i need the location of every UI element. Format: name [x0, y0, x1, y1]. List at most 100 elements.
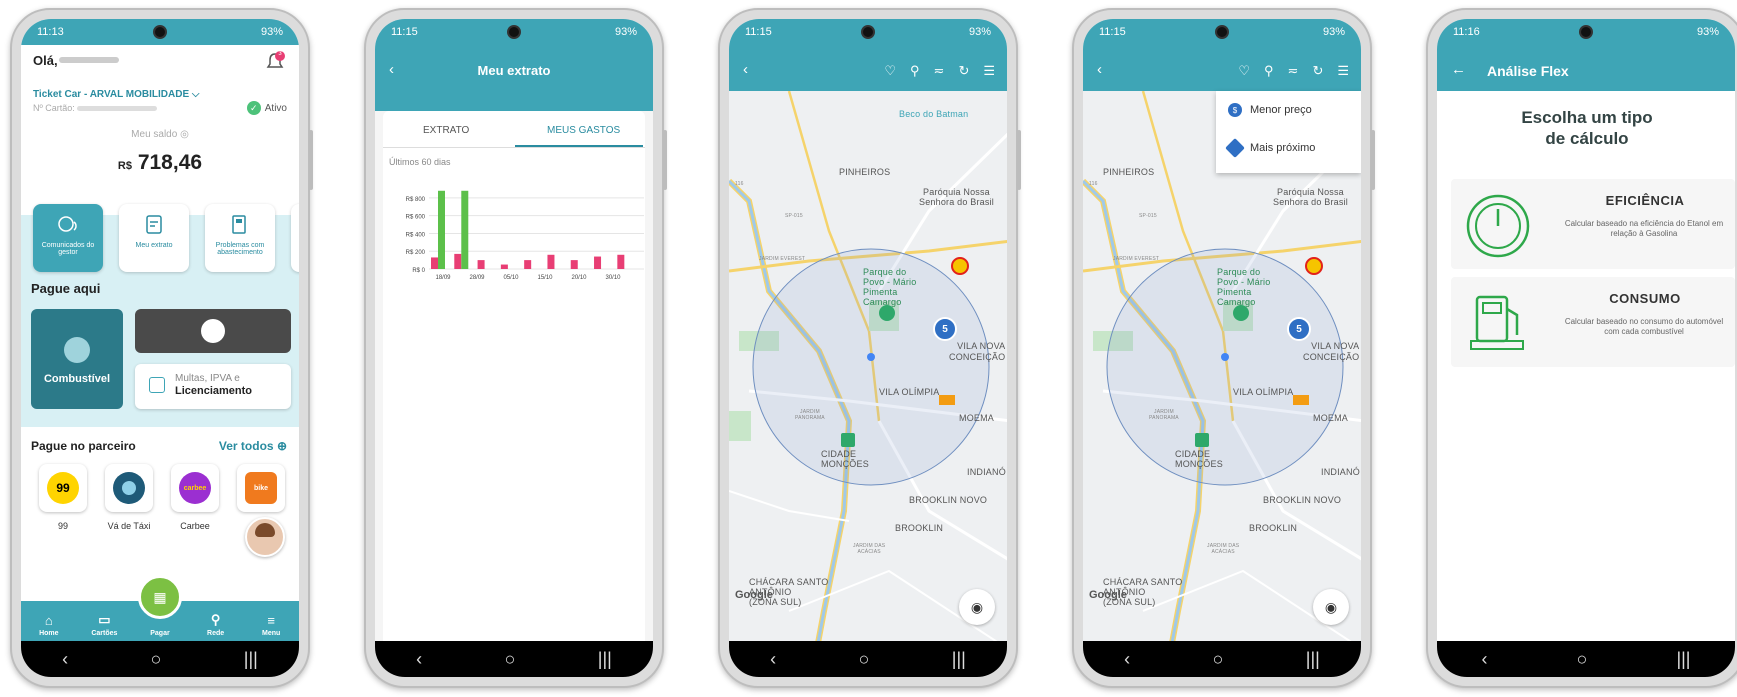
map-view[interactable]: Beco do Batman PINHEIROS Paróquia Nossa S… — [729, 91, 1007, 641]
station-cluster[interactable]: 5 — [933, 317, 957, 341]
map-view[interactable]: PINHEIROS Paróquia Nossa Senhora do Brasi… — [1083, 91, 1361, 641]
action-extrato[interactable]: Meu extrato — [119, 204, 189, 272]
map-label-line: MONÇÕES — [1175, 459, 1223, 469]
ipiranga-station-icon[interactable] — [939, 395, 955, 405]
list-icon[interactable]: ☰ — [1337, 63, 1349, 79]
back-nav-icon[interactable]: ‹ — [1124, 649, 1130, 670]
y-tick-label: R$ 400 — [406, 232, 426, 238]
back-nav-icon[interactable]: ‹ — [62, 649, 68, 670]
my-location-button[interactable]: ◉ — [1313, 589, 1349, 625]
shell-station-icon[interactable] — [1305, 257, 1323, 275]
back-nav-icon[interactable]: ‹ — [1482, 649, 1488, 670]
nav-menu[interactable]: ≡ Menu — [251, 613, 291, 637]
google-logo: Google — [735, 589, 773, 601]
back-arrow-icon[interactable]: ‹ — [1097, 61, 1102, 78]
heart-icon[interactable]: ♡ — [1238, 63, 1250, 79]
map-label: MOEMA — [959, 413, 995, 423]
map-label: INDIANÓ — [1321, 467, 1360, 477]
action-problemas[interactable]: Problemas com abastecimento — [205, 204, 275, 272]
search-icon[interactable]: ⚲ — [1264, 63, 1274, 79]
combustivel-button[interactable]: Combustível — [31, 309, 123, 409]
status-battery: 93% — [1322, 26, 1345, 38]
map-label-line: CONCEIÇÃO — [1303, 352, 1360, 362]
map-label: BROOKLIN NOVO — [909, 495, 988, 505]
nav-rede[interactable]: ⚲ Rede — [196, 612, 236, 637]
shell-station-icon[interactable] — [951, 257, 969, 275]
ipiranga-station-icon[interactable] — [1293, 395, 1309, 405]
map-label: BROOKLIN — [1249, 523, 1298, 533]
partner-label: 99 — [57, 521, 68, 531]
ticket-selector[interactable]: Ticket Car - ARVAL MOBILIDADE ⌵ — [33, 89, 200, 100]
partner-carbee[interactable]: carbee — [171, 464, 219, 512]
tab-extrato[interactable]: EXTRATO — [423, 125, 469, 136]
saldo-amount: 718,46 — [137, 151, 203, 174]
multas-button[interactable]: Multas, IPVA e Licenciamento — [135, 364, 291, 409]
option-eficiencia[interactable]: EFICIÊNCIA Calcular baseado na eficiênci… — [1451, 179, 1735, 269]
station-cluster[interactable]: 5 — [1287, 317, 1311, 341]
filter-icon[interactable]: ≂ — [934, 63, 945, 79]
hamburger-icon: ≡ — [267, 613, 275, 628]
refresh-icon[interactable]: ↻ — [1312, 63, 1323, 79]
map-label-line: PANORAMA — [1149, 415, 1179, 421]
eye-off-icon[interactable]: ◎ — [180, 129, 189, 140]
tab-meus-gastos[interactable]: MEUS GASTOS — [547, 125, 620, 136]
dark-card[interactable] — [135, 309, 291, 353]
nav-label: Home — [39, 630, 59, 637]
fuel-pump-icon — [1470, 295, 1524, 350]
back-arrow-icon[interactable]: ← — [1451, 61, 1466, 78]
action-more[interactable] — [291, 204, 299, 272]
ver-todos-link[interactable]: Ver todos ⊕ — [219, 439, 287, 453]
recents-nav-icon[interactable]: ||| — [1676, 649, 1690, 670]
qr-code-icon: ▦ — [153, 588, 167, 605]
fuel-station-icon[interactable] — [1195, 433, 1209, 447]
speedometer-icon — [1466, 194, 1530, 258]
bar-pink — [524, 260, 532, 269]
notification-bell-icon[interactable]: 3 — [265, 51, 285, 73]
action-comunicados[interactable]: Comunicados do gestor — [33, 204, 103, 272]
map-label: SP-015 — [785, 213, 803, 219]
home-nav-icon[interactable]: ○ — [859, 649, 870, 670]
menu-label: Menor preço — [1250, 104, 1312, 116]
filter-icon[interactable]: ≂ — [1288, 63, 1299, 79]
nav-cartoes[interactable]: ▭ Cartões — [84, 612, 124, 637]
back-nav-icon[interactable]: ‹ — [770, 649, 776, 670]
option-consumo[interactable]: CONSUMO Calcular baseado no consumo do a… — [1451, 277, 1735, 367]
recents-nav-icon[interactable]: ||| — [952, 649, 966, 670]
station-pin-icon[interactable] — [879, 305, 895, 321]
menu-item-mais-proximo[interactable]: Mais próximo — [1216, 129, 1361, 167]
back-nav-icon[interactable]: ‹ — [416, 649, 422, 670]
station-pin-icon[interactable] — [1233, 305, 1249, 321]
page-title: Análise Flex — [1487, 63, 1569, 79]
refresh-icon[interactable]: ↻ — [958, 63, 969, 79]
partner-vadetaxi[interactable] — [105, 464, 153, 512]
home-nav-icon[interactable]: ○ — [505, 649, 516, 670]
heart-icon[interactable]: ♡ — [884, 63, 896, 79]
system-nav: ‹ ○ ||| — [1083, 641, 1361, 677]
bar-green — [438, 190, 445, 269]
nav-home[interactable]: ⌂ Home — [29, 613, 69, 637]
partner-99[interactable]: 99 — [39, 464, 87, 512]
map-label: BROOKLIN — [895, 523, 944, 533]
menu-item-menor-preco[interactable]: $ Menor preço — [1216, 91, 1361, 129]
home-nav-icon[interactable]: ○ — [1213, 649, 1224, 670]
action-label: Meu extrato — [135, 242, 173, 249]
map-label-line: VILA NOVA — [957, 341, 1006, 351]
home-nav-icon[interactable]: ○ — [1577, 649, 1588, 670]
partner-bike[interactable]: bike — [237, 464, 285, 512]
direction-icon — [1225, 138, 1245, 158]
assistant-avatar[interactable] — [245, 517, 285, 557]
camera-notch — [861, 25, 875, 39]
y-tick-label: R$ 600 — [406, 215, 426, 221]
taxi-logo-icon — [113, 472, 145, 504]
home-nav-icon[interactable]: ○ — [151, 649, 162, 670]
recents-nav-icon[interactable]: ||| — [244, 649, 258, 670]
my-location-button[interactable]: ◉ — [959, 589, 995, 625]
search-icon[interactable]: ⚲ — [910, 63, 920, 79]
recents-nav-icon[interactable]: ||| — [1306, 649, 1320, 670]
list-icon[interactable]: ☰ — [983, 63, 995, 79]
pagar-qr-button[interactable]: ▦ — [138, 575, 182, 619]
recents-nav-icon[interactable]: ||| — [598, 649, 612, 670]
back-arrow-icon[interactable]: ‹ — [743, 61, 748, 78]
fuel-station-icon[interactable] — [841, 433, 855, 447]
option-desc: Calcular baseado no consumo do automóvel… — [1564, 317, 1724, 336]
